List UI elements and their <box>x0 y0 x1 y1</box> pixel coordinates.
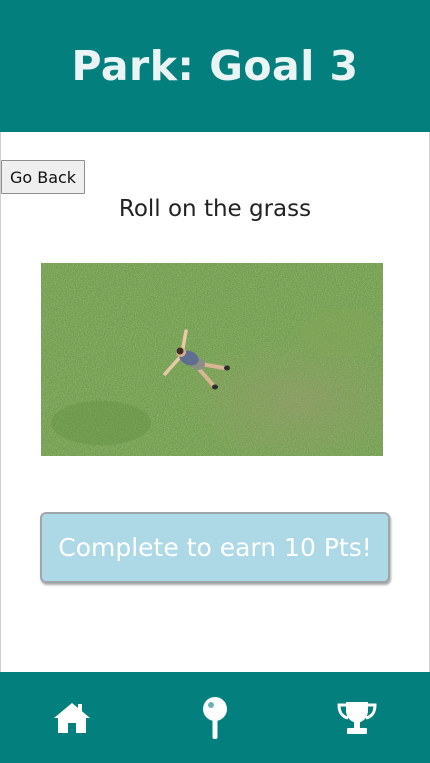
nav-home-button[interactable] <box>32 672 112 763</box>
trophy-icon <box>337 701 377 734</box>
nav-trophy-button[interactable] <box>317 672 397 763</box>
page-title: Park: Goal 3 <box>71 42 359 90</box>
map-pin-icon <box>203 696 227 739</box>
header-bar: Park: Goal 3 <box>0 0 430 132</box>
goal-description: Roll on the grass <box>118 196 312 222</box>
complete-goal-button[interactable]: Complete to earn 10 Pts! <box>40 512 390 583</box>
goal-photo <box>41 263 383 456</box>
bottom-nav <box>0 672 430 763</box>
go-back-button[interactable]: Go Back <box>1 160 85 194</box>
nav-map-button[interactable] <box>175 672 255 763</box>
home-icon <box>54 702 90 733</box>
